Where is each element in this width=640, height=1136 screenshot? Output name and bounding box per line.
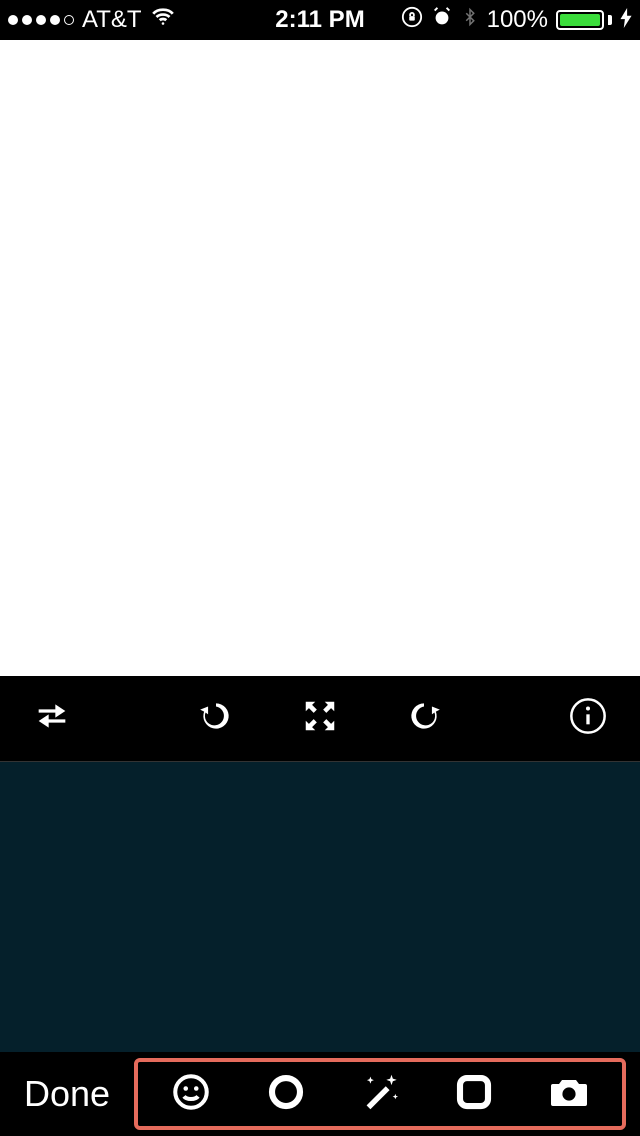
signal-dots-icon (8, 15, 74, 25)
preview-panel[interactable] (0, 762, 640, 1052)
rotate-cw-icon (405, 697, 443, 740)
orientation-lock-icon (401, 6, 423, 35)
done-button[interactable]: Done (10, 1073, 124, 1115)
bottom-bar: Done (0, 1052, 640, 1136)
camera-icon (545, 1068, 593, 1121)
edit-toolbar (0, 676, 640, 762)
battery-percent: 100% (487, 6, 548, 34)
effects-tab[interactable] (352, 1066, 408, 1122)
arrows-out-icon (301, 697, 339, 740)
stickers-tab[interactable] (163, 1066, 219, 1122)
circle-icon (265, 1071, 307, 1118)
magic-wand-icon (357, 1069, 403, 1120)
swap-button[interactable] (30, 697, 74, 741)
circle-tab[interactable] (258, 1066, 314, 1122)
canvas-area[interactable] (0, 40, 640, 676)
status-left: AT&T (8, 4, 176, 37)
status-right: 100% (401, 6, 632, 35)
status-bar: AT&T 2:11 PM (0, 0, 640, 40)
swap-icon (32, 696, 72, 741)
camera-tab[interactable] (541, 1066, 597, 1122)
mode-tabs-highlighted (134, 1058, 626, 1130)
rotate-cw-button[interactable] (402, 697, 446, 741)
rotate-ccw-button[interactable] (194, 697, 238, 741)
info-icon (568, 696, 608, 741)
charging-icon (620, 8, 632, 33)
smiley-icon (170, 1071, 212, 1118)
rounded-square-icon (453, 1071, 495, 1118)
carrier-label: AT&T (82, 6, 142, 34)
info-button[interactable] (566, 697, 610, 741)
alarm-icon (431, 6, 453, 35)
expand-button[interactable] (298, 697, 342, 741)
rotate-ccw-icon (197, 697, 235, 740)
wifi-icon (150, 4, 176, 37)
battery-icon (556, 10, 612, 30)
bluetooth-icon (461, 6, 479, 35)
transform-group (194, 697, 446, 741)
screen: AT&T 2:11 PM (0, 0, 640, 1136)
shape-tab[interactable] (446, 1066, 502, 1122)
status-time: 2:11 PM (275, 6, 364, 34)
